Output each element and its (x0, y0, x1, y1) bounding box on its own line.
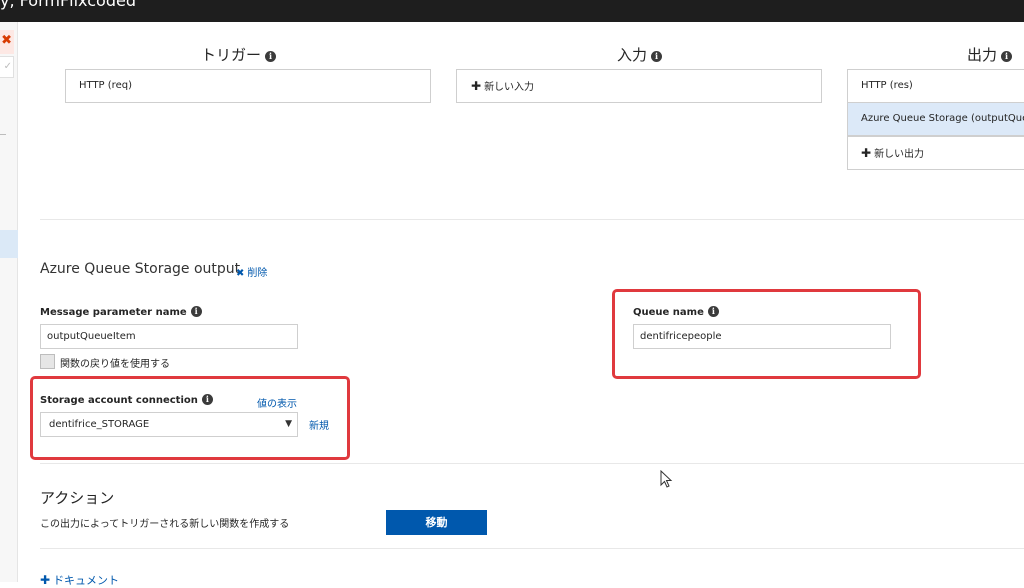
actions-divider-bottom (40, 548, 1024, 549)
section-title: Azure Queue Storage output (40, 261, 241, 277)
new-input-button[interactable]: ✚ 新しい入力 (456, 69, 822, 103)
delete-label: 削除 (247, 268, 268, 279)
actions-divider-top (40, 463, 1024, 464)
output-binding-http-res[interactable]: HTTP (res) (847, 69, 1024, 103)
rail-divider (0, 134, 6, 135)
output-binding-queue-storage[interactable]: Azure Queue Storage (outputQueueItem) (847, 102, 1024, 136)
new-output-button[interactable]: ✚ 新しい出力 (847, 136, 1024, 170)
plus-icon: ✚ (861, 146, 872, 160)
window-title: y, FormFlixcoded (0, 0, 136, 10)
mouse-cursor-icon (660, 470, 673, 488)
check-icon[interactable]: ✓ (0, 56, 14, 78)
trigger-title-text: トリガー (201, 46, 262, 64)
highlight-queue-name (612, 289, 921, 379)
documentation-label: ドキュメント (53, 574, 120, 587)
section-divider (40, 219, 1024, 220)
info-icon[interactable]: i (265, 51, 277, 62)
rail-selected-item[interactable] (0, 230, 18, 258)
trigger-column-title: トリガー i (201, 44, 277, 65)
trigger-binding-http-req[interactable]: HTTP (req) (65, 69, 431, 103)
info-icon[interactable]: i (651, 51, 663, 62)
message-param-input[interactable]: outputQueueItem (40, 324, 298, 349)
info-icon[interactable]: i (1001, 51, 1013, 62)
plus-icon: ✚ (471, 79, 482, 93)
title-bar: y, FormFlixcoded (0, 0, 1024, 22)
delete-link[interactable]: ✖ 削除 (236, 264, 267, 279)
info-icon[interactable]: i (190, 306, 202, 317)
actions-description: この出力によってトリガーされる新しい関数を作成する (40, 519, 290, 530)
message-param-label: Message parameter name i (40, 306, 202, 318)
new-output-label: 新しい出力 (874, 149, 925, 160)
go-button[interactable]: 移動 (386, 510, 487, 535)
delete-icon: ✖ (236, 268, 245, 279)
plus-icon: ✚ (40, 573, 51, 587)
use-return-value-label: 関数の戻り値を使用する (60, 359, 170, 370)
new-input-label: 新しい入力 (484, 82, 535, 93)
use-return-value-checkbox[interactable] (40, 354, 55, 369)
actions-title: アクション (40, 489, 115, 507)
highlight-storage-connection (30, 376, 350, 460)
close-icon[interactable]: ✖ (0, 30, 14, 54)
input-title-text: 入力 (617, 46, 648, 64)
left-rail: ✖ ✓ (0, 22, 18, 582)
input-column-title: 入力 i (617, 44, 663, 65)
message-param-label-text: Message parameter name (40, 307, 187, 318)
output-column-title: 出力 i (967, 44, 1013, 65)
documentation-link[interactable]: ✚ ドキュメント (40, 572, 119, 588)
output-title-text: 出力 (967, 46, 998, 64)
